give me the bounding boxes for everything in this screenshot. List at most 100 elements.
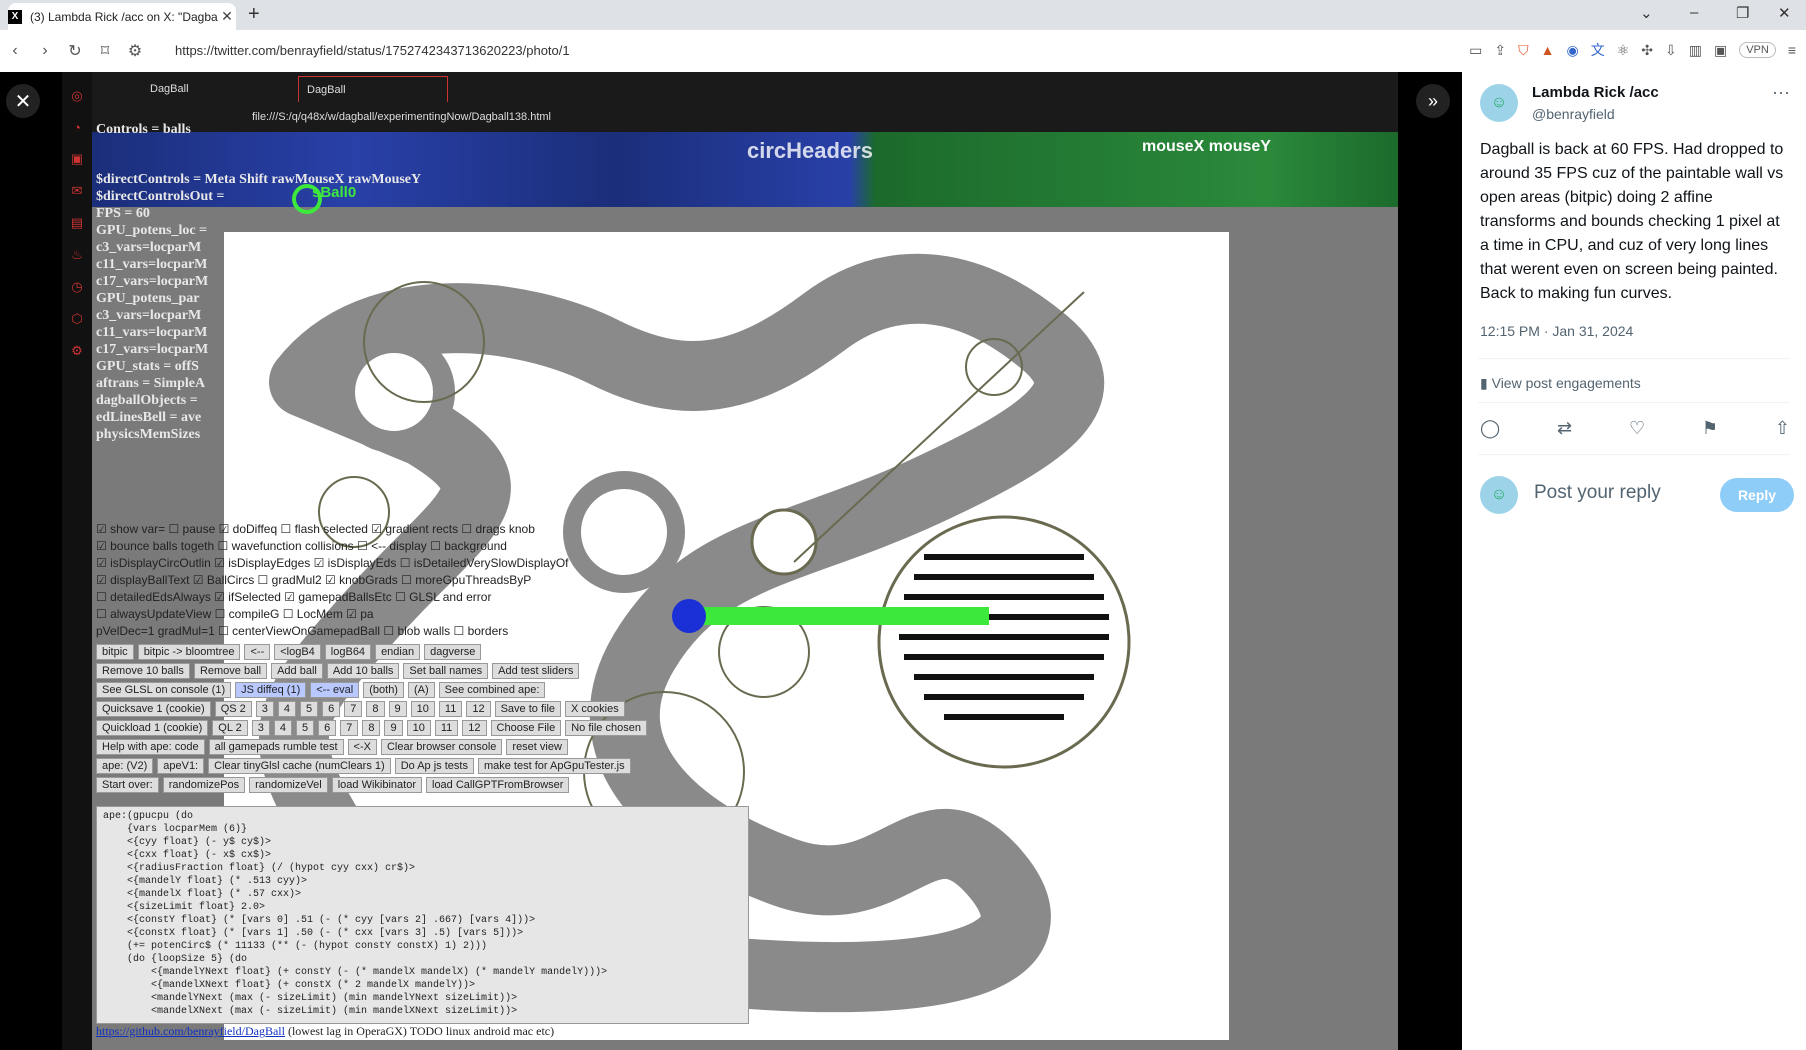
control-button[interactable]: QL 2: [212, 720, 248, 736]
control-button[interactable]: Choose File: [490, 720, 562, 736]
share-icon[interactable]: ⇪: [1494, 42, 1506, 59]
checkbox-row[interactable]: ☑ show var= ☐ pause ☑ doDiffeq ☐ flash s…: [96, 522, 676, 539]
control-button[interactable]: 7: [344, 701, 363, 717]
cast-icon[interactable]: ▭: [1469, 42, 1482, 59]
checkbox-row[interactable]: ☐ detailedEdsAlways ☑ ifSelected ☑ gamep…: [96, 590, 676, 607]
expand-panel-button[interactable]: »: [1416, 84, 1450, 118]
control-button[interactable]: See GLSL on console (1): [96, 682, 232, 698]
control-button[interactable]: 4: [277, 701, 297, 717]
control-button[interactable]: Remove 10 balls: [96, 663, 190, 679]
control-button[interactable]: Add test sliders: [492, 663, 580, 679]
brave-shield-icon[interactable]: ⛉: [1518, 42, 1529, 59]
control-button[interactable]: 9: [384, 720, 403, 736]
maximize-button[interactable]: ❐: [1736, 4, 1749, 22]
control-button[interactable]: <--: [244, 644, 271, 660]
control-button[interactable]: Add 10 balls: [326, 663, 400, 679]
control-button[interactable]: <-X: [347, 739, 377, 755]
puzzle-icon[interactable]: ✣: [1641, 42, 1653, 59]
control-button[interactable]: randomizeVel: [249, 777, 328, 793]
control-button[interactable]: X cookies: [565, 701, 625, 717]
control-button[interactable]: Quicksave 1 (cookie): [96, 701, 211, 717]
control-button[interactable]: 3: [255, 701, 274, 717]
control-button[interactable]: randomizePos: [162, 777, 246, 793]
control-button[interactable]: 5: [300, 701, 319, 717]
user-handle[interactable]: @benrayfield: [1532, 106, 1615, 122]
address-field[interactable]: https://twitter.com/benrayfield/status/1…: [175, 43, 570, 58]
sidebar-icon[interactable]: ▥: [1689, 42, 1702, 59]
control-button[interactable]: Save to file: [494, 701, 562, 717]
control-button[interactable]: <-- eval: [310, 682, 360, 698]
control-button[interactable]: apeV1:: [157, 758, 205, 774]
control-button[interactable]: 8: [362, 720, 381, 736]
vpn-button[interactable]: VPN: [1739, 42, 1776, 58]
site-info-icon[interactable]: ⚙: [120, 41, 150, 61]
control-button[interactable]: See combined ape:: [438, 682, 546, 698]
control-button[interactable]: 11: [438, 701, 463, 717]
display-name[interactable]: Lambda Rick /acc: [1532, 84, 1659, 101]
control-button[interactable]: 5: [295, 720, 315, 736]
control-button[interactable]: dagverse: [424, 644, 482, 660]
react-devtools-icon[interactable]: ⚛: [1617, 42, 1630, 59]
close-window-button[interactable]: ✕: [1778, 4, 1791, 22]
github-link[interactable]: https://github.com/benrayfield/DagBall: [96, 1024, 285, 1038]
control-button[interactable]: 6: [318, 720, 337, 736]
control-button[interactable]: 11: [434, 720, 459, 736]
more-options-icon[interactable]: ···: [1772, 82, 1790, 103]
close-tab-icon[interactable]: ✕: [218, 8, 236, 25]
checkbox-row[interactable]: ☑ bounce balls togeth ☐ wavefunction col…: [96, 539, 676, 556]
control-button[interactable]: 10: [410, 701, 435, 717]
translate-icon[interactable]: 文: [1591, 40, 1605, 60]
control-button[interactable]: 10: [406, 720, 431, 736]
view-engagements-link[interactable]: ▮ View post engagements: [1480, 375, 1641, 392]
control-button[interactable]: all gamepads rumble test: [208, 739, 344, 755]
control-button[interactable]: 7: [340, 720, 359, 736]
control-button[interactable]: JS diffeq (1): [235, 682, 307, 698]
control-button[interactable]: 6: [322, 701, 341, 717]
control-button[interactable]: load CallGPTFromBrowser: [426, 777, 570, 793]
minimize-button[interactable]: –: [1690, 4, 1698, 21]
control-button[interactable]: Start over:: [96, 777, 159, 793]
control-button[interactable]: logB64: [324, 644, 372, 660]
share-icon[interactable]: ⇧: [1775, 418, 1790, 439]
tab-search-icon[interactable]: ⌄: [1640, 4, 1653, 22]
control-button[interactable]: 3: [251, 720, 270, 736]
reload-icon[interactable]: ↻: [60, 41, 90, 61]
reply-input[interactable]: Post your reply: [1534, 482, 1661, 504]
control-button[interactable]: bitpic -> bloomtree: [137, 644, 241, 660]
control-button[interactable]: 12: [466, 701, 491, 717]
rewards-icon[interactable]: ▲: [1541, 42, 1555, 58]
checkbox-row[interactable]: ☐ alwaysUpdateView ☐ compileG ☐ LocMem ☑…: [96, 607, 676, 624]
control-button[interactable]: 8: [366, 701, 385, 717]
forward-icon[interactable]: ›: [30, 42, 60, 60]
control-button[interactable]: No file chosen: [565, 720, 647, 736]
wallet-icon[interactable]: ▣: [1714, 42, 1727, 59]
control-button[interactable]: (A): [407, 682, 435, 698]
checkbox-row[interactable]: ☑ displayBallText ☑ BallCircs ☐ gradMul2…: [96, 573, 676, 590]
retweet-icon[interactable]: ⇄: [1557, 418, 1572, 439]
control-button[interactable]: 9: [388, 701, 407, 717]
avatar[interactable]: ☺: [1480, 84, 1518, 122]
control-button[interactable]: Remove ball: [193, 663, 268, 679]
browser-tab[interactable]: X (3) Lambda Rick /acc on X: "Dagball ✕: [8, 3, 236, 30]
control-button[interactable]: Add ball: [271, 663, 323, 679]
download-icon[interactable]: ⇩: [1665, 42, 1677, 59]
menu-icon[interactable]: ≡: [1788, 42, 1796, 58]
reply-button[interactable]: Reply: [1720, 478, 1794, 512]
ape-code-editor[interactable]: ape:(gpucpu (do {vars locparMem (6)} <{c…: [96, 806, 749, 1024]
new-tab-button[interactable]: +: [248, 3, 260, 26]
extension-icon[interactable]: ◉: [1566, 42, 1578, 59]
control-button[interactable]: QS 2: [214, 701, 252, 717]
tweet-timestamp[interactable]: 12:15 PM · Jan 31, 2024: [1480, 323, 1633, 339]
control-button[interactable]: Clear browser console: [380, 739, 503, 755]
close-viewer-button[interactable]: ✕: [6, 84, 40, 118]
control-button[interactable]: ape: (V2): [96, 758, 154, 774]
control-button[interactable]: reset view: [506, 739, 568, 755]
back-icon[interactable]: ‹: [0, 42, 30, 60]
bookmark-icon[interactable]: ⌑: [90, 41, 120, 61]
control-button[interactable]: Do Ap js tests: [394, 758, 474, 774]
control-button[interactable]: <logB4: [274, 644, 321, 660]
control-button[interactable]: Clear tinyGlsl cache (numClears 1): [208, 758, 391, 774]
control-button[interactable]: bitpic: [96, 644, 134, 660]
control-button[interactable]: (both): [363, 682, 404, 698]
checkbox-row[interactable]: ☑ isDisplayCircOutlin ☑ isDisplayEdges ☑…: [96, 556, 676, 573]
